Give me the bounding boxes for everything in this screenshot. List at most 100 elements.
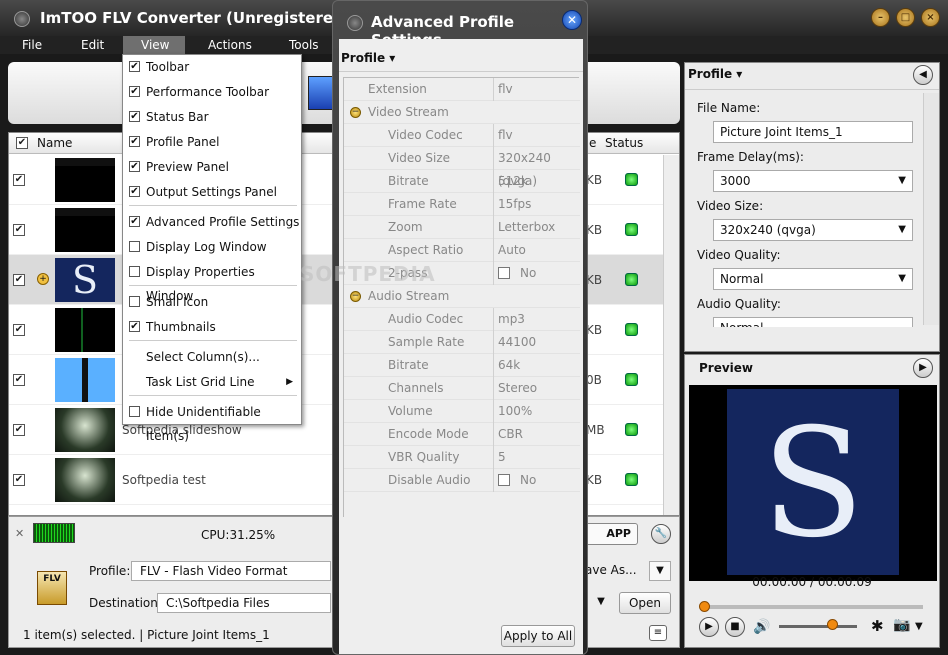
menu-item-select-column-s[interactable]: Select Column(s)... [123,345,301,369]
apply-to-all-button[interactable]: Apply to All [501,625,575,647]
property-row[interactable]: Channels Stereo [344,377,580,400]
play-icon[interactable]: ▶ [699,617,719,637]
collapse-group-icon[interactable]: − [350,107,361,118]
property-group[interactable]: − Audio Stream [344,285,580,308]
property-divider [493,469,494,492]
property-group[interactable]: − Video Stream [344,101,580,124]
profile-panel-title[interactable]: Profile ▾ [688,67,742,81]
menu-item-advanced-profile-settings[interactable]: ✔ Advanced Profile Settings [123,210,301,234]
row-checkbox[interactable]: ✔ [13,274,25,286]
effects-icon[interactable]: ✱ [871,617,884,635]
property-divider [493,193,494,216]
menu-file[interactable]: File [22,36,42,54]
property-row[interactable]: Aspect Ratio Auto [344,239,580,262]
menu-item-preview-panel[interactable]: ✔ Preview Panel [123,155,301,179]
property-name: Volume [388,404,433,418]
menu-item-small-icon[interactable]: Small Icon [123,290,301,314]
property-row[interactable]: Video Codec flv [344,124,580,147]
menu-item-performance-toolbar[interactable]: ✔ Performance Toolbar [123,80,301,104]
perf-close-icon[interactable]: ✕ [15,527,24,540]
collapse-arrow-icon[interactable]: ◀ [913,65,933,85]
row-checkbox[interactable]: ✔ [13,324,25,336]
menu-item-hide-unidentifiable-item-s[interactable]: Hide Unidentifiable Item(s) [123,400,301,443]
save-as-button[interactable]: ave As... [585,563,637,577]
menu-item-display-log-window[interactable]: Display Log Window [123,235,301,259]
volume-handle[interactable] [827,619,838,630]
menu-checkbox: ✔ [129,321,140,332]
expand-row-icon[interactable]: + [37,273,49,285]
stop-icon[interactable]: ■ [725,617,745,637]
snapshot-dropdown-icon[interactable]: ▼ [915,621,923,632]
status-column-header[interactable]: Status [605,136,643,150]
open-button[interactable]: Open [619,592,671,614]
dialog-profile-header[interactable]: Profile ▾ [341,51,395,65]
property-row[interactable]: Frame Rate 15fps [344,193,580,216]
save-as-dropdown-icon[interactable]: ▼ [649,561,671,581]
menu-edit[interactable]: Edit [81,36,104,54]
property-row[interactable]: Video Size 320x240 (qvga) [344,147,580,188]
menu-tools[interactable]: Tools [289,36,319,54]
menu-item-profile-panel[interactable]: ✔ Profile Panel [123,130,301,154]
menu-item-display-properties-window[interactable]: Display Properties Window [123,260,301,303]
property-row[interactable]: Volume 100% [344,400,580,423]
property-checkbox[interactable] [498,267,510,279]
profile-select[interactable]: FLV - Flash Video Format [131,561,331,581]
property-row[interactable]: Sample Rate 44100 [344,331,580,354]
snapshot-camera-icon[interactable]: 📷 [893,617,910,633]
list-scrollbar[interactable] [663,155,679,515]
seek-handle[interactable] [699,601,710,612]
row-checkbox[interactable]: ✔ [13,424,25,436]
expand-arrow-icon[interactable]: ▶ [913,358,933,378]
log-icon[interactable]: ≡ [649,625,667,641]
property-row[interactable]: Zoom Letterbox [344,216,580,239]
profile-scrollbar[interactable] [923,93,939,325]
video-quality-select[interactable]: Normal ▼ [713,268,913,290]
menu-item-task-list-grid-line[interactable]: Task List Grid Line ▶ [123,370,301,394]
property-row[interactable]: Encode Mode CBR [344,423,580,446]
property-row[interactable]: Bitrate 512k [344,170,580,193]
row-checkbox[interactable]: ✔ [13,474,25,486]
app-button[interactable]: APP [582,523,638,545]
property-row[interactable]: Bitrate 64k [344,354,580,377]
maximize-button[interactable]: □ [896,8,915,27]
dialog-close-icon[interactable]: ✕ [562,10,582,30]
property-value: mp3 [498,312,525,326]
frame-delay-select[interactable]: 3000 ▼ [713,170,913,192]
property-name: Zoom [388,220,423,234]
row-checkbox[interactable]: ✔ [13,224,25,236]
destination-input[interactable]: C:\Softpedia Files [157,593,331,613]
property-row[interactable]: Audio Codec mp3 [344,308,580,331]
menu-item-toolbar[interactable]: ✔ Toolbar [123,55,301,79]
property-row[interactable]: Extension flv [344,78,580,101]
select-all-checkbox[interactable]: ✔ [16,137,28,149]
menu-actions[interactable]: Actions [208,36,252,54]
minimize-button[interactable]: – [871,8,890,27]
property-row[interactable]: VBR Quality 5 [344,446,580,469]
menu-item-output-settings-panel[interactable]: ✔ Output Settings Panel [123,180,301,204]
menu-item-status-bar[interactable]: ✔ Status Bar [123,105,301,129]
row-checkbox[interactable]: ✔ [13,374,25,386]
row-checkbox[interactable]: ✔ [13,174,25,186]
video-size-select[interactable]: 320x240 (qvga) ▼ [713,219,913,241]
menu-item-thumbnails[interactable]: ✔ Thumbnails [123,315,301,339]
menu-checkbox: ✔ [129,161,140,172]
volume-icon[interactable]: 🔊 [753,619,770,635]
name-column-header[interactable]: Name [37,136,72,150]
size-column-header[interactable]: e [589,136,596,150]
file-name-input[interactable]: Picture Joint Items_1 [713,121,913,143]
collapse-group-icon[interactable]: − [350,291,361,302]
menu-view[interactable]: View [123,36,185,54]
property-name: Encode Mode [388,427,469,441]
seek-bar[interactable] [701,605,923,609]
close-button[interactable]: × [921,8,940,27]
wrench-icon[interactable]: 🔧 [651,524,671,544]
property-checkbox[interactable] [498,474,510,486]
property-divider [493,170,494,193]
menu-separator [129,340,297,341]
volume-slider[interactable] [779,625,857,628]
destination-dropdown-icon[interactable]: ▼ [591,593,611,613]
audio-quality-select[interactable]: Normal [713,317,913,327]
property-row[interactable]: Disable Audio No [344,469,580,492]
video-size-label: Video Size: [697,199,764,213]
row-size: KB [586,273,603,287]
